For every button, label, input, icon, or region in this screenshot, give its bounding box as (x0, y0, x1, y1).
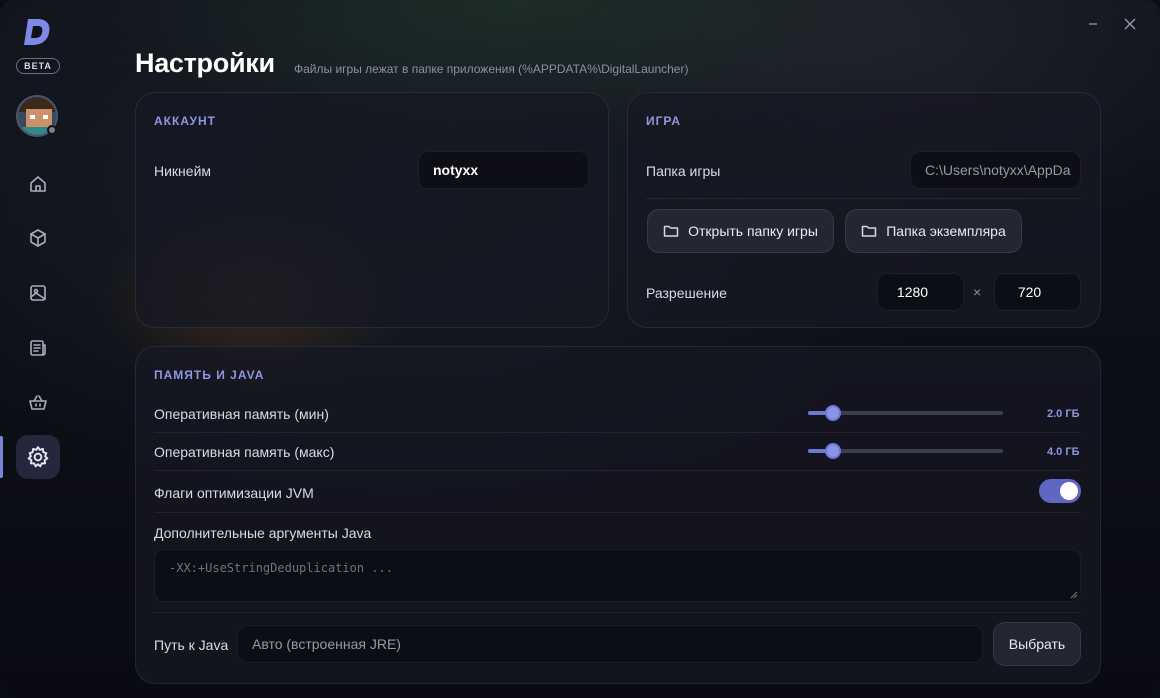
ram-min-label: Оперативная память (мин) (154, 406, 329, 422)
cube-icon (30, 229, 46, 247)
page-subtitle: Файлы игры лежат в папке приложения (%AP… (294, 62, 689, 76)
divider (154, 612, 1081, 613)
sidebar-item-news[interactable] (16, 326, 60, 370)
nickname-input[interactable]: notyxx (418, 151, 589, 189)
active-indicator (0, 436, 3, 478)
java-args-placeholder: -XX:+UseStringDeduplication ... (169, 561, 393, 575)
ram-max-slider[interactable] (808, 443, 1003, 459)
divider (154, 432, 1081, 433)
ram-max-label: Оперативная память (макс) (154, 444, 335, 460)
java-path-label: Путь к Java (154, 637, 229, 653)
gear-icon (27, 446, 49, 468)
sidebar-item-instances[interactable] (16, 216, 60, 260)
beta-badge: BETA (16, 58, 60, 74)
image-icon (30, 285, 46, 301)
launcher-window: BETA Настройки Файлы игры лежат в папке … (0, 0, 1160, 698)
game-card-title: ИГРА (646, 114, 682, 128)
open-game-folder-label: Открыть папку игры (688, 223, 818, 239)
minimize-icon (1089, 23, 1097, 25)
open-instance-folder-label: Папка экземпляра (886, 223, 1006, 239)
open-instance-folder-button[interactable]: Папка экземпляра (845, 209, 1022, 253)
sidebar-item-home[interactable] (16, 162, 60, 206)
game-folder-label: Папка игры (646, 163, 721, 179)
folder-icon (861, 225, 877, 237)
divider (646, 198, 1081, 199)
toggle-knob (1060, 482, 1078, 500)
java-args-label: Дополнительные аргументы Java (154, 525, 372, 541)
resize-grip-icon[interactable] (1070, 591, 1078, 599)
ram-max-value: 4.0 ГБ (1047, 446, 1080, 458)
minimize-button[interactable] (1083, 14, 1103, 34)
resolution-width-input[interactable]: 1280 (877, 273, 964, 311)
resolution-height-input[interactable]: 720 (994, 273, 1081, 311)
resolution-separator: × (973, 284, 982, 300)
app-logo-icon (24, 19, 50, 45)
java-path-input[interactable]: Авто (встроенная JRE) (237, 625, 983, 663)
account-card-title: АККАУНТ (154, 114, 216, 128)
ram-min-slider[interactable] (808, 405, 1003, 421)
resolution-label: Разрешение (646, 285, 727, 301)
open-game-folder-button[interactable]: Открыть папку игры (647, 209, 834, 253)
status-indicator (47, 125, 57, 135)
page-title: Настройки (135, 48, 275, 78)
divider (154, 512, 1081, 513)
newspaper-icon (30, 340, 46, 356)
memory-card-title: ПАМЯТЬ И JAVA (154, 368, 265, 382)
choose-java-button[interactable]: Выбрать (993, 622, 1081, 666)
sidebar: BETA (0, 0, 76, 698)
sidebar-item-settings[interactable] (16, 435, 60, 479)
basket-icon (29, 395, 47, 410)
folder-icon (663, 225, 679, 237)
choose-java-label: Выбрать (1008, 636, 1066, 652)
jvm-flags-label: Флаги оптимизации JVM (154, 485, 314, 501)
jvm-flags-toggle[interactable] (1039, 479, 1081, 503)
nickname-label: Никнейм (154, 163, 212, 179)
home-icon (30, 176, 46, 192)
ram-max-slider-thumb[interactable] (825, 443, 841, 459)
game-folder-input[interactable]: C:\Users\notyxx\AppDa (910, 151, 1081, 189)
java-args-textarea[interactable]: -XX:+UseStringDeduplication ... (154, 549, 1081, 602)
close-button[interactable] (1120, 14, 1140, 34)
divider (154, 470, 1081, 471)
ram-min-slider-thumb[interactable] (825, 405, 841, 421)
sidebar-item-gallery[interactable] (16, 271, 60, 315)
sidebar-item-store[interactable] (16, 381, 60, 425)
ram-min-value: 2.0 ГБ (1047, 408, 1080, 420)
close-icon (1124, 18, 1136, 30)
